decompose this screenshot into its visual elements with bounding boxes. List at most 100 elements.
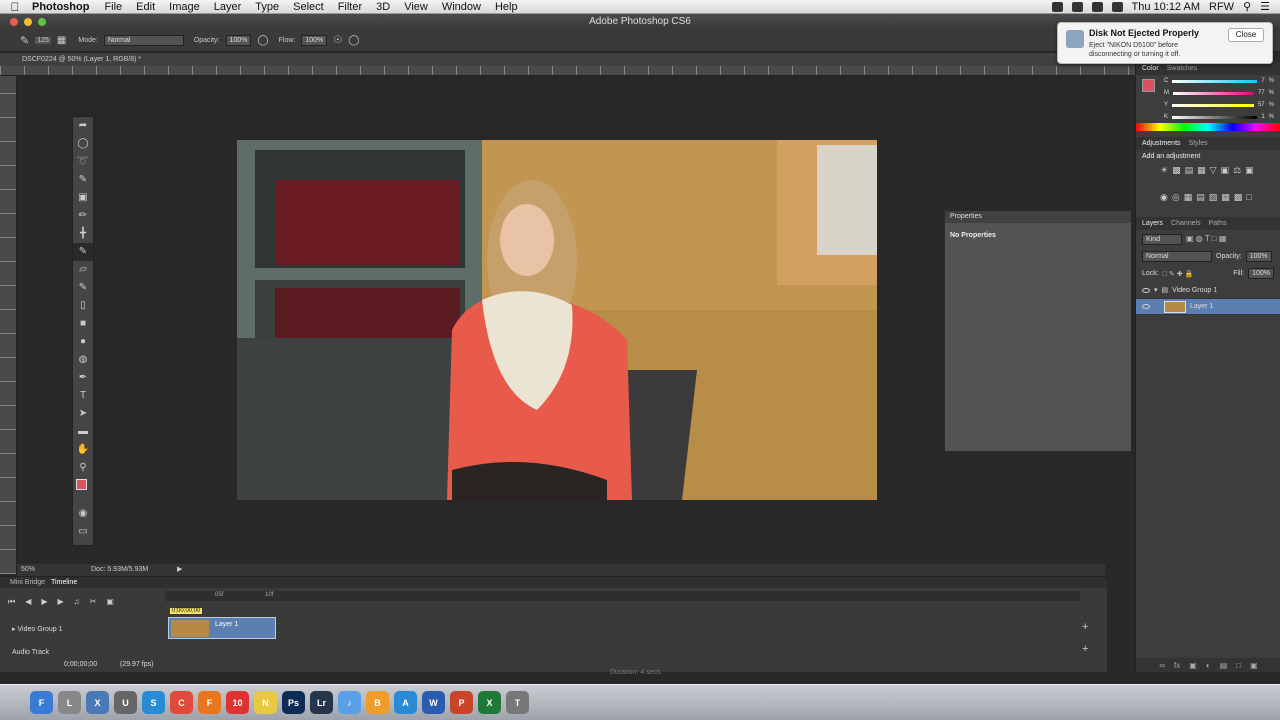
color-spectrum[interactable]	[1136, 123, 1280, 131]
quick-select-tool-icon[interactable]: ✎	[73, 171, 93, 189]
tab-adjustments[interactable]: Adjustments	[1142, 137, 1181, 150]
curves-icon[interactable]: ▤	[1185, 165, 1194, 188]
volume-icon[interactable]	[1111, 1, 1123, 12]
color-balance-icon[interactable]: ⚖	[1233, 165, 1241, 188]
properties-panel-title[interactable]: Properties	[945, 211, 1131, 223]
dodge-tool-icon[interactable]: ◍	[73, 351, 93, 369]
type-tool-icon[interactable]: T	[73, 387, 93, 405]
dock-safari-icon[interactable]: S	[142, 691, 165, 714]
channel-c[interactable]: C 7%	[1164, 75, 1274, 87]
posterize-icon[interactable]: ▨	[1209, 192, 1218, 215]
marquee-tool-icon[interactable]: ◯	[73, 135, 93, 153]
close-window-button[interactable]	[10, 18, 18, 26]
mask-icon[interactable]: ▣	[1189, 661, 1197, 670]
dock-launchpad-icon[interactable]: L	[58, 691, 81, 714]
dock-calendar-icon[interactable]: 10	[226, 691, 249, 714]
layer-blend-mode[interactable]: Normal	[1142, 251, 1212, 262]
dock-powerpoint-icon[interactable]: P	[450, 691, 473, 714]
dock-word-icon[interactable]: W	[422, 691, 445, 714]
dock-photoshop-icon[interactable]: Ps	[282, 691, 305, 714]
video-clip[interactable]: Layer 1	[168, 617, 276, 639]
lock-icons[interactable]: □ ✎ ✚ 🔒	[1163, 270, 1194, 278]
timecode[interactable]: 0;00;00;00	[64, 661, 97, 668]
dock-finder-icon[interactable]: F	[30, 691, 53, 714]
menu-type[interactable]: Type	[248, 1, 286, 13]
fx-icon[interactable]: fx	[1174, 661, 1180, 670]
menu-3d[interactable]: 3D	[369, 1, 397, 13]
audio-icon[interactable]: ♫	[74, 597, 80, 607]
levels-icon[interactable]: ▩	[1172, 165, 1181, 188]
dock-app-store-icon[interactable]: A	[394, 691, 417, 714]
dock-trash-icon[interactable]: T	[506, 691, 529, 714]
spotlight-icon[interactable]: ⚲	[1243, 0, 1251, 13]
add-audio-icon[interactable]: +	[1082, 643, 1088, 655]
add-media-icon[interactable]: +	[1082, 621, 1088, 633]
menu-select[interactable]: Select	[286, 1, 331, 13]
invert-icon[interactable]: ▤	[1196, 192, 1205, 215]
pressure-opacity-icon[interactable]: ◯	[257, 35, 268, 46]
path-select-tool-icon[interactable]: ➤	[73, 405, 93, 423]
visibility-eye-icon[interactable]	[1142, 288, 1150, 293]
channel-y[interactable]: Y 57%	[1164, 99, 1274, 111]
color-panel-foreground[interactable]	[1142, 79, 1155, 92]
mode-select[interactable]: Normal	[103, 35, 184, 46]
layer-row-video-group[interactable]: ▾ ▤ Video Group 1	[1136, 283, 1280, 299]
menu-view[interactable]: View	[397, 1, 435, 13]
clock[interactable]: Thu 10:12 AM	[1132, 1, 1201, 13]
channel-k[interactable]: K 1%	[1164, 111, 1274, 123]
layer-opacity-field[interactable]: 100%	[1245, 251, 1272, 262]
channel-mixer-icon[interactable]: ◎	[1172, 192, 1180, 215]
zoom-window-button[interactable]	[38, 18, 46, 26]
hue-saturation-icon[interactable]: ▣	[1221, 165, 1230, 188]
color-swatches-icon[interactable]	[73, 477, 93, 505]
dock-notes-icon[interactable]: N	[254, 691, 277, 714]
flow-field[interactable]: 100%	[301, 35, 328, 46]
track-group-label[interactable]: ▸ Video Group 1	[12, 625, 62, 633]
quick-mask-icon[interactable]: ◉	[73, 505, 93, 523]
dock-chrome-icon[interactable]: C	[170, 691, 193, 714]
color-lookup-icon[interactable]: ▦	[1184, 192, 1193, 215]
filter-icons[interactable]: ▣ ◍ T □ ▦	[1186, 234, 1226, 245]
zoom-level[interactable]: 50%	[21, 564, 35, 576]
clone-stamp-tool-icon[interactable]: ▱	[73, 261, 93, 279]
menu-filter[interactable]: Filter	[331, 1, 369, 13]
blur-tool-icon[interactable]: ●	[73, 333, 93, 351]
time-ruler[interactable]: 05f 10f	[165, 591, 1080, 601]
screen-mode-icon[interactable]: ▭	[73, 523, 93, 541]
tab-channels[interactable]: Channels	[1171, 217, 1201, 230]
pressure-size-icon[interactable]: ◯	[348, 35, 359, 46]
threshold-icon[interactable]: ▦	[1221, 192, 1230, 215]
prev-frame-icon[interactable]: ◀	[25, 597, 31, 607]
vibrance-icon[interactable]: ▽	[1210, 165, 1217, 188]
new-layer-icon[interactable]: □	[1236, 661, 1241, 670]
dock-itunes-icon[interactable]: ♪	[338, 691, 361, 714]
tab-paths[interactable]: Paths	[1209, 217, 1227, 230]
gradient-tool-icon[interactable]: ■	[73, 315, 93, 333]
status-menu-icon[interactable]: ▶	[177, 564, 182, 576]
notification-close-button[interactable]: Close	[1228, 28, 1264, 42]
menu-image[interactable]: Image	[162, 1, 207, 13]
go-first-frame-icon[interactable]: ⏮	[8, 597, 15, 607]
minimize-window-button[interactable]	[24, 18, 32, 26]
pen-tool-icon[interactable]: ✒	[73, 369, 93, 387]
layer-kind-filter[interactable]: Kind	[1142, 234, 1182, 245]
horizontal-ruler[interactable]	[0, 66, 1135, 76]
brightness-icon[interactable]: ☀	[1160, 165, 1168, 188]
channel-m[interactable]: M 77%	[1164, 87, 1274, 99]
layer-row-layer-1[interactable]: Layer 1	[1136, 299, 1280, 315]
transition-icon[interactable]: ▣	[106, 597, 114, 607]
gradient-map-icon[interactable]: ▩	[1234, 192, 1243, 215]
eyedropper-tool-icon[interactable]: ✏	[73, 207, 93, 225]
apple-icon[interactable]: 	[0, 0, 30, 14]
visibility-eye-icon[interactable]	[1142, 304, 1150, 309]
expand-arrow-icon[interactable]: ▾	[1154, 283, 1158, 299]
dock-xcode-icon[interactable]: X	[86, 691, 109, 714]
tab-timeline[interactable]: Timeline	[51, 577, 77, 588]
airbrush-icon[interactable]: ☉	[333, 35, 342, 46]
document-image[interactable]	[237, 140, 877, 500]
foreground-color-swatch[interactable]	[76, 479, 87, 490]
eraser-tool-icon[interactable]: ▯	[73, 297, 93, 315]
shape-tool-icon[interactable]: ▬	[73, 423, 93, 441]
black-white-icon[interactable]: ▣	[1245, 165, 1254, 188]
link-layers-icon[interactable]: ∞	[1159, 661, 1165, 670]
